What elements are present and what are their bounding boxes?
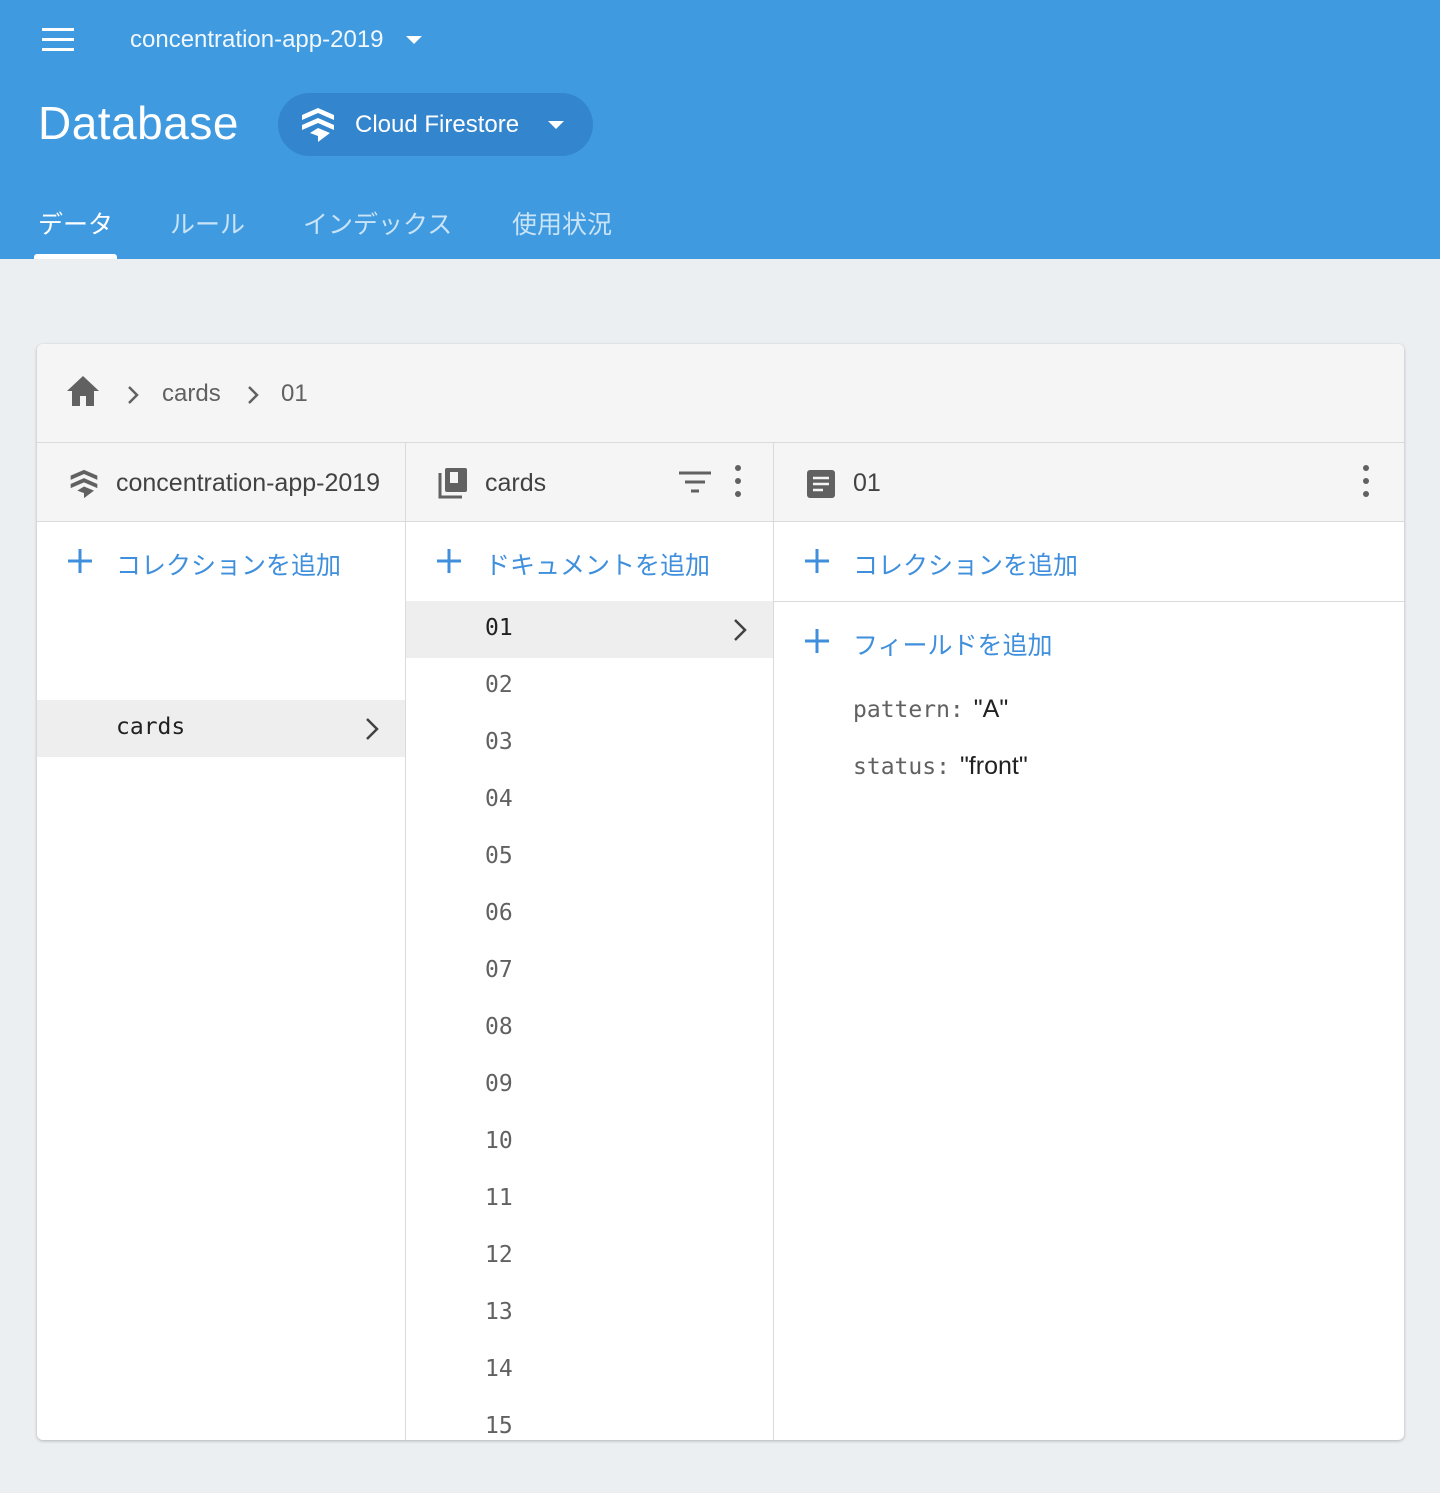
document-id: 09 <box>485 1071 513 1097</box>
collection-icon <box>438 468 467 499</box>
document-list-item[interactable]: 03 <box>406 715 773 772</box>
app-header: concentration-app-2019 Database Cloud Fi… <box>0 0 1440 259</box>
document-id: 06 <box>485 900 513 926</box>
breadcrumb-item-01[interactable]: 01 <box>281 380 308 408</box>
root-column-title: concentration-app-2019 <box>116 469 381 497</box>
add-subcollection-button[interactable]: コレクションを追加 <box>774 522 1404 601</box>
document-id: 02 <box>485 672 513 698</box>
document-list-item[interactable]: 15 <box>406 1399 773 1440</box>
tab-rules[interactable]: ルール <box>170 185 245 259</box>
add-field-button[interactable]: フィールドを追加 <box>774 602 1404 681</box>
document-id: 14 <box>485 1356 513 1382</box>
add-collection-button[interactable]: コレクションを追加 <box>37 522 405 601</box>
document-id: 01 <box>485 615 513 641</box>
menu-icon[interactable] <box>38 24 78 56</box>
document-column-title: 01 <box>853 469 881 497</box>
product-name: Cloud Firestore <box>355 111 520 138</box>
document-id: 05 <box>485 843 513 869</box>
tab-indexes[interactable]: インデックス <box>303 185 452 259</box>
plus-icon <box>805 549 829 573</box>
document-id: 12 <box>485 1242 513 1268</box>
add-document-label: ドキュメントを追加 <box>485 552 711 580</box>
document-id: 07 <box>485 957 513 983</box>
chevron-right-icon <box>248 386 259 404</box>
field-key: pattern: <box>853 697 964 723</box>
project-selector[interactable]: concentration-app-2019 <box>130 22 422 58</box>
document-list-item[interactable]: 11 <box>406 1171 773 1228</box>
document-list-item[interactable]: 05 <box>406 829 773 886</box>
filter-icon[interactable] <box>678 470 712 494</box>
root-column: concentration-app-2019 コレクションを追加 cards <box>37 443 406 1440</box>
document-list-item[interactable]: 10 <box>406 1114 773 1171</box>
collection-column: cards ドキュメントを追加 01 02 03 04 05 06 07 08 09 10 11 12… <box>406 443 774 1440</box>
add-document-button[interactable]: ドキュメントを追加 <box>406 522 773 601</box>
caret-down-icon <box>548 121 564 129</box>
more-vert-icon[interactable] <box>1358 465 1374 499</box>
document-list-item[interactable]: 01 <box>406 601 773 658</box>
document-list-item[interactable]: 07 <box>406 943 773 1000</box>
add-collection-label: コレクションを追加 <box>116 552 342 580</box>
document-list-item[interactable]: 08 <box>406 1000 773 1057</box>
field-row-pattern[interactable]: pattern: "A" <box>853 695 1008 724</box>
plus-icon <box>805 629 829 653</box>
home-icon[interactable] <box>65 374 101 408</box>
document-id: 15 <box>485 1413 513 1439</box>
field-key: status: <box>853 754 950 780</box>
firestore-icon <box>70 469 98 499</box>
document-id: 11 <box>485 1185 513 1211</box>
breadcrumb: cards 01 <box>37 344 1404 443</box>
add-subcollection-label: コレクションを追加 <box>853 552 1079 580</box>
active-tab-indicator <box>34 254 117 259</box>
document-list-item[interactable]: 13 <box>406 1285 773 1342</box>
chevron-right-icon <box>734 619 747 641</box>
document-list-item[interactable]: 06 <box>406 886 773 943</box>
collection-column-title: cards <box>485 469 547 497</box>
plus-icon <box>437 549 461 573</box>
collection-column-header: cards <box>406 443 773 522</box>
chevron-right-icon <box>128 386 139 404</box>
document-list-item[interactable]: 02 <box>406 658 773 715</box>
document-icon <box>807 470 835 498</box>
field-value: "A" <box>973 695 1009 723</box>
data-panel: cards 01 concentration-app-2019 コレクションを追… <box>37 344 1404 1440</box>
document-list-item[interactable]: 04 <box>406 772 773 829</box>
list-item-cards[interactable]: cards <box>37 700 405 757</box>
tab-data[interactable]: データ <box>38 185 113 259</box>
root-column-header: concentration-app-2019 <box>37 443 405 522</box>
document-id: 13 <box>485 1299 513 1325</box>
document-column-header: 01 <box>774 443 1404 522</box>
caret-down-icon <box>405 36 422 44</box>
tab-usage[interactable]: 使用状況 <box>512 185 612 259</box>
firestore-icon <box>302 108 334 142</box>
product-selector[interactable]: Cloud Firestore <box>278 93 593 156</box>
field-row-status[interactable]: status: "front" <box>853 752 1028 781</box>
document-id: 08 <box>485 1014 513 1040</box>
document-list-item[interactable]: 09 <box>406 1057 773 1114</box>
document-id: 04 <box>485 786 513 812</box>
document-column: 01 コレクションを追加 フィールドを追加 pattern: "A" status… <box>774 443 1404 1440</box>
field-value: "front" <box>959 752 1028 780</box>
document-list-item[interactable]: 12 <box>406 1228 773 1285</box>
page-title: Database <box>38 97 239 149</box>
document-id: 03 <box>485 729 513 755</box>
add-field-label: フィールドを追加 <box>853 632 1053 660</box>
document-id: 10 <box>485 1128 513 1154</box>
list-item-label: cards <box>116 714 186 740</box>
chevron-right-icon <box>366 718 379 740</box>
plus-icon <box>68 549 92 573</box>
project-name: concentration-app-2019 <box>130 26 384 53</box>
document-list-item[interactable]: 14 <box>406 1342 773 1399</box>
breadcrumb-item-cards[interactable]: cards <box>162 380 221 408</box>
more-vert-icon[interactable] <box>730 465 746 499</box>
